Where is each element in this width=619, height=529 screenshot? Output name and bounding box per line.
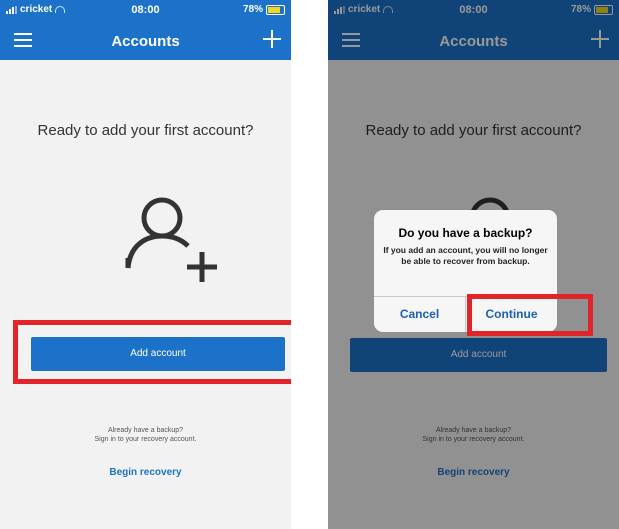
nav-bar: cricket 08:00 78% Accounts <box>0 0 291 60</box>
backup-prompt: Already have a backup? Sign in to your r… <box>0 426 291 444</box>
phone-screen-left: cricket 08:00 78% Accounts Ready to add … <box>0 0 291 529</box>
backup-prompt-line1: Already have a backup? <box>107 427 184 434</box>
backup-prompt-line2: Sign in to your recovery account. <box>94 436 197 443</box>
phone-screen-right: cricket 08:00 78% Accounts Ready to add … <box>328 0 619 529</box>
cancel-button[interactable]: Cancel <box>374 296 465 332</box>
dialog-title: Do you have a backup? <box>398 226 533 240</box>
highlight-box-add-account <box>13 320 291 384</box>
add-person-icon <box>125 197 217 282</box>
battery-percent: 78% <box>242 4 263 15</box>
dialog-message: If you add an account, you will no longe… <box>383 245 548 266</box>
add-plus-icon[interactable] <box>263 30 281 48</box>
empty-state-headline: Ready to add your first account? <box>37 122 254 139</box>
battery-icon <box>266 4 285 15</box>
status-bar: cricket 08:00 78% <box>0 0 291 20</box>
highlight-box-continue <box>467 294 593 336</box>
page-title: Accounts <box>111 33 180 50</box>
begin-recovery-link[interactable]: Begin recovery <box>0 467 291 478</box>
